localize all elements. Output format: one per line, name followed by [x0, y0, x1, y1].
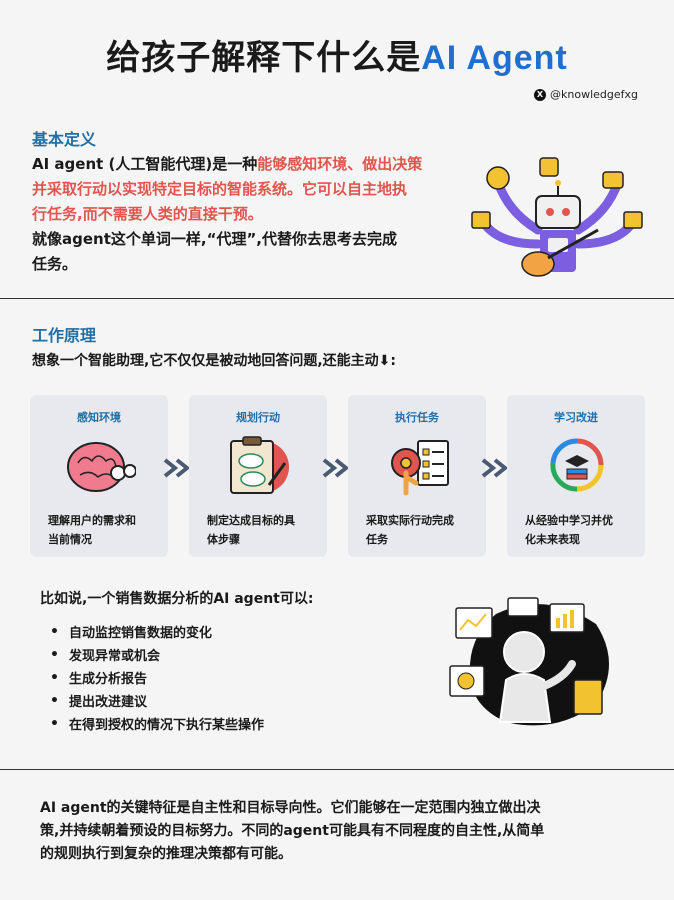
list-item: 在得到授权的情况下执行某些操作 [50, 712, 264, 735]
definition-heading: 基本定义 [32, 130, 97, 149]
step-desc-line: 制定达成目标的具 [207, 514, 295, 527]
list-item: 发现异常或机会 [50, 643, 264, 666]
step-desc-line: 当前情况 [48, 533, 92, 546]
brain-icon [67, 442, 136, 492]
step-desc-line: 化未来表现 [525, 533, 580, 546]
closing-paragraph: AI agent的关键特征是自主性和目标导向性。它们能够在一定范围内独立做出决 … [40, 797, 640, 866]
gear-checklist-icon [391, 440, 449, 496]
definition-highlight-1: 能够感知环境、做出决策 [257, 155, 423, 173]
author-handle: X @knowledgefxg [534, 88, 638, 101]
robot-data-analysis-illustration [449, 597, 609, 726]
step-desc-line: 体步骤 [207, 533, 240, 546]
step-desc-line: 任务 [366, 533, 388, 546]
definition-highlight-3: 行任务,而不需要人类的直接干预。 [32, 205, 263, 223]
step-card-learn: 学习改进 从经验中学习并优 化未来表现 [507, 395, 645, 557]
clipboard-plan-icon [230, 436, 289, 494]
step-desc-line: 从经验中学习并优 [525, 514, 613, 527]
step-desc: 采取实际行动完成 任务 [366, 511, 474, 549]
x-logo-icon: X [534, 88, 546, 101]
definition-highlight-2: 并采取行动以实现特定目标的智能系统。它可以自主地执 [32, 180, 408, 198]
step-title: 规划行动 [236, 411, 280, 424]
step-desc-line: 采取实际行动完成 [366, 514, 454, 527]
principle-heading: 工作原理 [32, 326, 97, 345]
step-card-execute: 执行任务 采取实际行动完成 任务 [348, 395, 486, 557]
title-accent: AI Agent [421, 39, 568, 77]
closing-line: 策,并持续朝着预设的目标努力。不同的agent可能具有不同程度的自主性,从简单 [40, 823, 545, 839]
analogy-line-2: 任务。 [32, 255, 78, 273]
example-title: 比如说,一个销售数据分析的AI agent可以: [40, 591, 314, 607]
step-title: 感知环境 [77, 411, 121, 424]
learning-cycle-icon [550, 438, 604, 492]
example-list: 自动监控销售数据的变化 发现异常或机会 生成分析报告 提出改进建议 在得到授权的… [50, 620, 264, 735]
step-desc-line: 理解用户的需求和 [48, 514, 136, 527]
title-prefix: 给孩子解释下什么是 [106, 38, 422, 78]
step-card-plan: 规划行动 制定达成目标的具 体步骤 [189, 395, 327, 557]
step-title: 执行任务 [395, 411, 439, 424]
list-item: 自动监控销售数据的变化 [50, 620, 264, 643]
step-desc: 从经验中学习并优 化未来表现 [525, 511, 633, 549]
definition-paragraph: AI agent (人工智能代理)是一种能够感知环境、做出决策 并采取行动以实现… [32, 152, 472, 277]
definition-plain: AI agent (人工智能代理)是一种 [32, 155, 258, 173]
section-divider-2 [0, 769, 674, 770]
closing-line: AI agent的关键特征是自主性和目标导向性。它们能够在一定范围内独立做出决 [40, 800, 541, 816]
step-desc: 理解用户的需求和 当前情况 [48, 511, 156, 549]
handle-text: @knowledgefxg [550, 88, 638, 101]
analogy-line-1: 就像agent这个单词一样,“代理”,代替你去思考去完成 [32, 230, 397, 248]
robot-multitask-illustration [471, 157, 643, 277]
section-divider-1 [0, 298, 674, 299]
step-desc: 制定达成目标的具 体步骤 [207, 511, 315, 549]
page-title: 给孩子解释下什么是AI Agent [0, 30, 674, 79]
step-card-perceive: 感知环境 理解用户的需求和 当前情况 [30, 395, 168, 557]
principle-intro: 想象一个智能助理,它不仅仅是被动地回答问题,还能主动⬇: [32, 353, 396, 369]
closing-line: 的规则执行到复杂的推理决策都有可能。 [40, 846, 292, 862]
list-item: 提出改进建议 [50, 689, 264, 712]
step-title: 学习改进 [554, 411, 598, 424]
list-item: 生成分析报告 [50, 666, 264, 689]
